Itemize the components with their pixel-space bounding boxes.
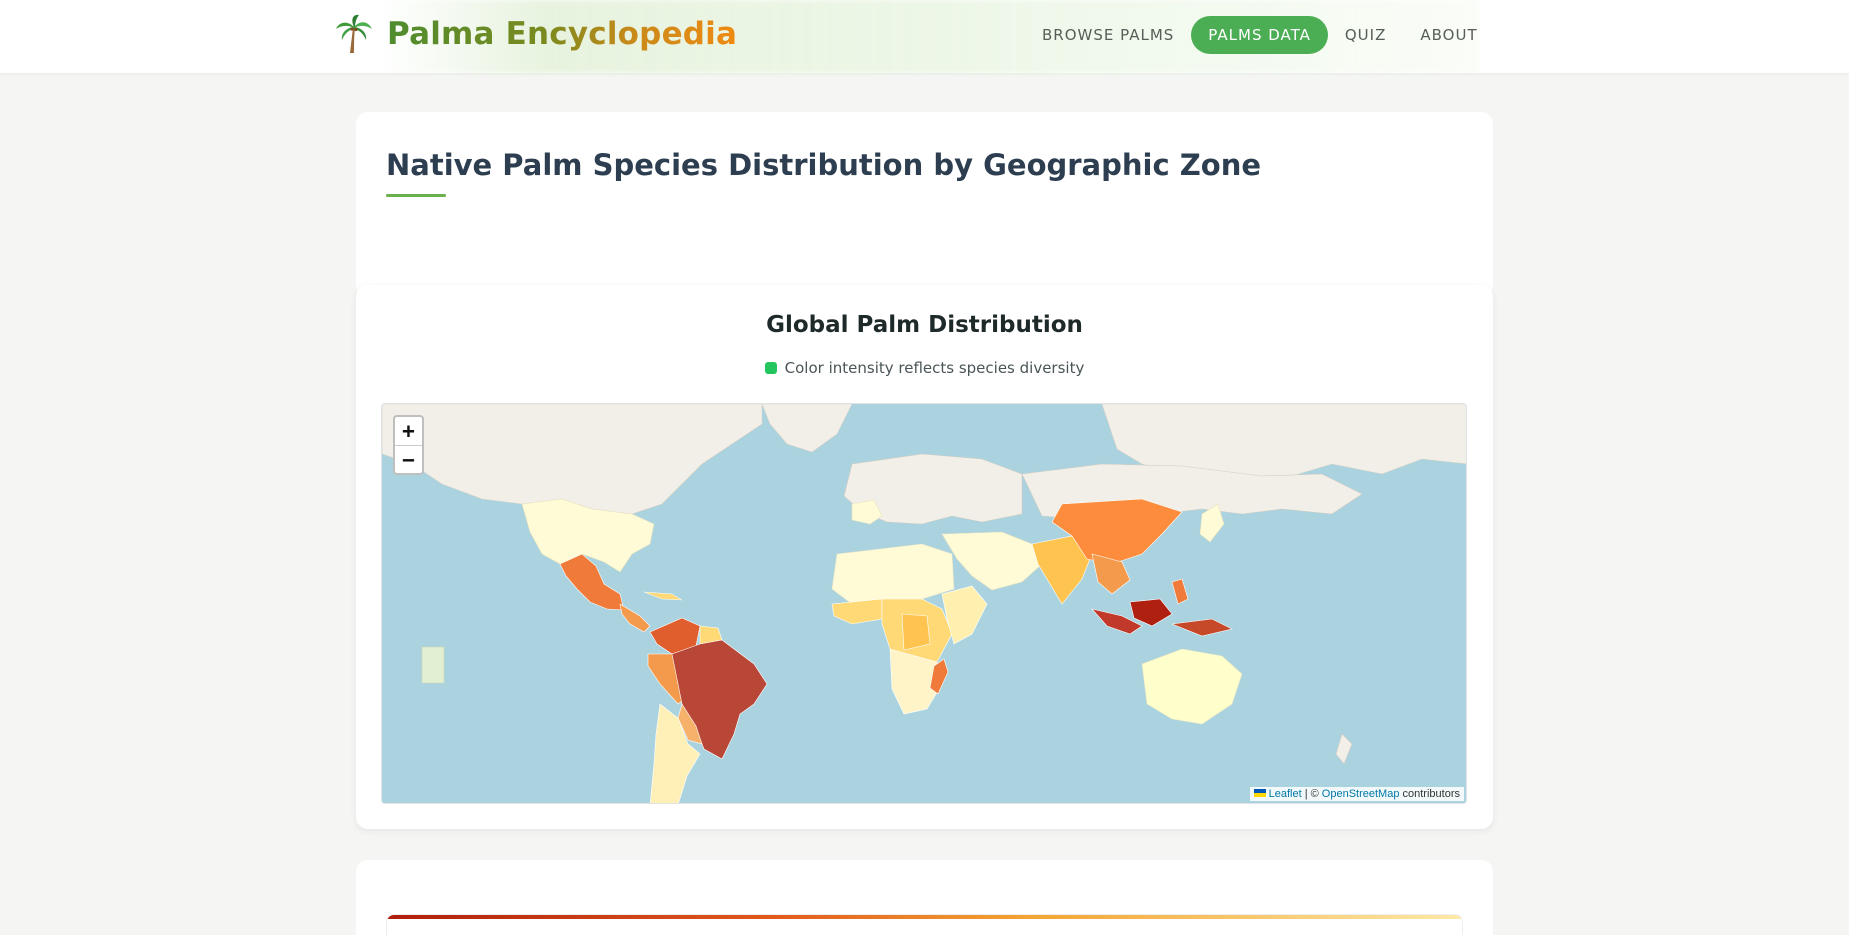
title-card: Native Palm Species Distribution by Geog…: [356, 112, 1493, 297]
legend-text: Color intensity reflects species diversi…: [784, 359, 1085, 377]
nav-palms-data[interactable]: PALMS DATA: [1191, 16, 1328, 54]
world-map[interactable]: + − Leaflet | © OpenStreetMap contributo…: [381, 403, 1467, 804]
nav-browse-palms[interactable]: BROWSE PALMS: [1025, 16, 1191, 54]
nav-about[interactable]: ABOUT: [1403, 16, 1494, 54]
choropleth-map: [382, 404, 1466, 803]
map-card: Global Palm Distribution Color intensity…: [356, 285, 1493, 829]
main-nav: BROWSE PALMS PALMS DATA QUIZ ABOUT: [1025, 16, 1495, 54]
zoom-in-button[interactable]: +: [395, 417, 422, 445]
openstreetmap-link[interactable]: OpenStreetMap: [1322, 788, 1400, 800]
gradient-accent-bar: [387, 915, 1462, 919]
leaflet-link[interactable]: Leaflet: [1269, 788, 1302, 800]
brand-name: Palma Encyclopedia: [387, 16, 738, 52]
next-section-card: [356, 860, 1493, 935]
zoom-out-button[interactable]: −: [395, 445, 422, 473]
map-legend: Color intensity reflects species diversi…: [356, 359, 1493, 377]
map-title: Global Palm Distribution: [766, 312, 1083, 338]
palm-tree-icon: [336, 14, 372, 53]
attribution-suffix: contributors: [1402, 788, 1460, 800]
ukraine-flag-icon: [1253, 789, 1266, 797]
title-underline: [386, 194, 446, 197]
zoom-control: + −: [393, 415, 424, 475]
gradient-panel: [386, 914, 1463, 935]
legend-swatch: [764, 362, 777, 374]
nav-quiz[interactable]: QUIZ: [1328, 16, 1404, 54]
attribution-separator: | ©: [1304, 788, 1319, 800]
top-navigation-bar: Palma Encyclopedia BROWSE PALMS PALMS DA…: [0, 0, 1849, 73]
map-attribution: Leaflet | © OpenStreetMap contributors: [1249, 787, 1464, 801]
page-title: Native Palm Species Distribution by Geog…: [386, 148, 1262, 182]
brand[interactable]: Palma Encyclopedia: [335, 14, 737, 54]
